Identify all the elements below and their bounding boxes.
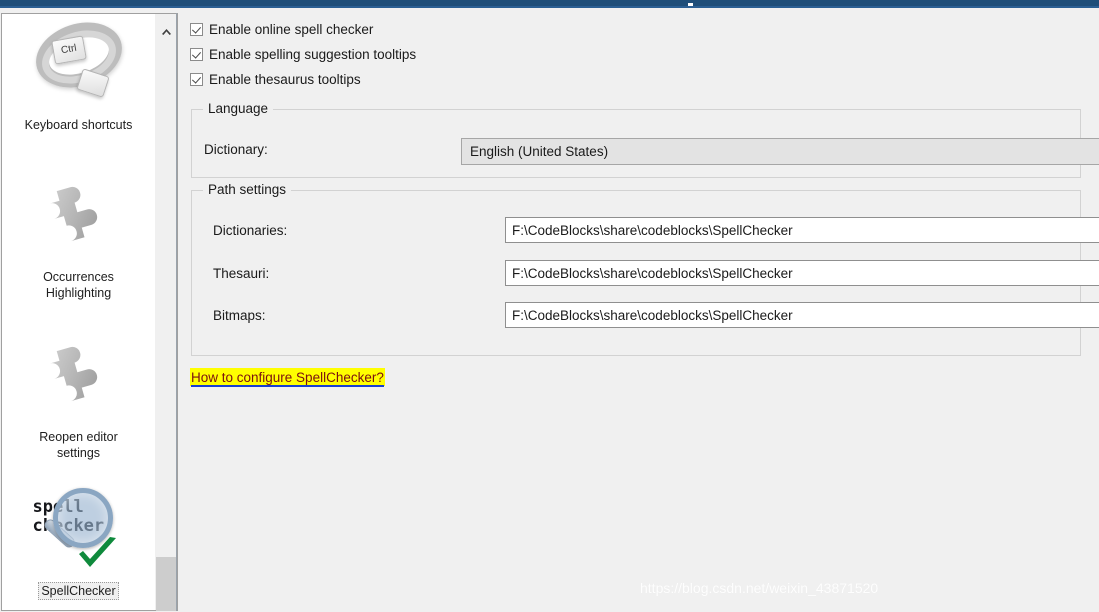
checkbox-box[interactable] bbox=[190, 48, 203, 61]
dictionaries-path-input[interactable]: F:\CodeBlocks\share\codeblocks\SpellChec… bbox=[505, 217, 1099, 243]
sidebar-item-label: Reopen editor settings bbox=[36, 428, 121, 462]
keyboard-shortcuts-icon: Ctrl bbox=[27, 14, 131, 112]
puzzle-piece-icon bbox=[27, 172, 131, 264]
puzzle-piece-shape bbox=[49, 346, 97, 402]
how-to-configure-link-text: How to configure SpellChecker? bbox=[191, 370, 384, 387]
spellchecker-settings-pane: Enable online spell checker Enable spell… bbox=[178, 10, 1099, 612]
sidebar-item-keyboard-shortcuts[interactable]: Ctrl Keyboard shortcuts bbox=[2, 14, 155, 134]
checkbox-box[interactable] bbox=[190, 23, 203, 36]
path-settings-group-legend: Path settings bbox=[203, 182, 292, 197]
checkbox-box[interactable] bbox=[190, 73, 203, 86]
puzzle-piece-shape bbox=[49, 186, 97, 242]
title-bar-shadow bbox=[0, 6, 1099, 8]
checkbox-enable-online-spell-checker[interactable]: Enable online spell checker bbox=[190, 22, 373, 37]
sidebar-item-label: SpellChecker bbox=[38, 582, 119, 600]
dictionary-label: Dictionary: bbox=[204, 142, 268, 157]
sidebar-item-label: Occurrences Highlighting bbox=[40, 268, 117, 302]
checkbox-enable-spelling-suggestion-tooltips[interactable]: Enable spelling suggestion tooltips bbox=[190, 47, 416, 62]
language-group-legend: Language bbox=[203, 101, 274, 116]
sidebar-item-occurrences-highlighting[interactable]: Occurrences Highlighting bbox=[2, 172, 155, 302]
thesauri-label: Thesauri: bbox=[213, 266, 270, 281]
pane-divider bbox=[176, 13, 177, 611]
sidebar-item-reopen-editor-settings[interactable]: Reopen editor settings bbox=[2, 332, 155, 462]
checkbox-label: Enable online spell checker bbox=[209, 22, 374, 37]
spellchecker-icon: spell checker bbox=[27, 486, 131, 578]
category-list[interactable]: Ctrl Keyboard shortcuts Occurrences High… bbox=[1, 13, 155, 611]
green-check-icon bbox=[78, 537, 116, 567]
dictionaries-label: Dictionaries: bbox=[213, 223, 288, 238]
dictionary-selected-value: English (United States) bbox=[470, 144, 609, 159]
bitmaps-path-input[interactable]: F:\CodeBlocks\share\codeblocks\SpellChec… bbox=[505, 302, 1099, 328]
thesauri-path-input[interactable]: F:\CodeBlocks\share\codeblocks\SpellChec… bbox=[505, 260, 1099, 286]
label-line-2: Highlighting bbox=[45, 286, 112, 300]
how-to-configure-link[interactable]: How to configure SpellChecker? bbox=[190, 368, 385, 387]
checkbox-label: Enable spelling suggestion tooltips bbox=[209, 47, 417, 62]
scrollbar-thumb[interactable] bbox=[156, 557, 176, 611]
scroll-up-button[interactable] bbox=[155, 14, 177, 50]
checkbox-enable-thesaurus-tooltips[interactable]: Enable thesaurus tooltips bbox=[190, 72, 361, 87]
sidebar-item-label: Keyboard shortcuts bbox=[24, 118, 133, 132]
checkbox-label: Enable thesaurus tooltips bbox=[209, 72, 361, 87]
label-line-1: Reopen editor bbox=[39, 430, 118, 444]
puzzle-piece-icon bbox=[27, 332, 131, 424]
chevron-up-icon bbox=[161, 29, 171, 35]
bitmaps-label: Bitmaps: bbox=[213, 308, 266, 323]
sidebar-item-spellchecker[interactable]: spell checker SpellChecker bbox=[2, 486, 155, 600]
settings-dialog: Ctrl Keyboard shortcuts Occurrences High… bbox=[0, 0, 1099, 612]
sidebar-scrollbar[interactable] bbox=[155, 13, 178, 611]
dictionary-select[interactable]: English (United States) bbox=[461, 138, 1099, 165]
watermark-text: https://blog.csdn.net/weixin_43871520 bbox=[640, 580, 879, 596]
label-line-1: Occurrences bbox=[43, 270, 114, 284]
label-line-2: settings bbox=[56, 446, 101, 460]
